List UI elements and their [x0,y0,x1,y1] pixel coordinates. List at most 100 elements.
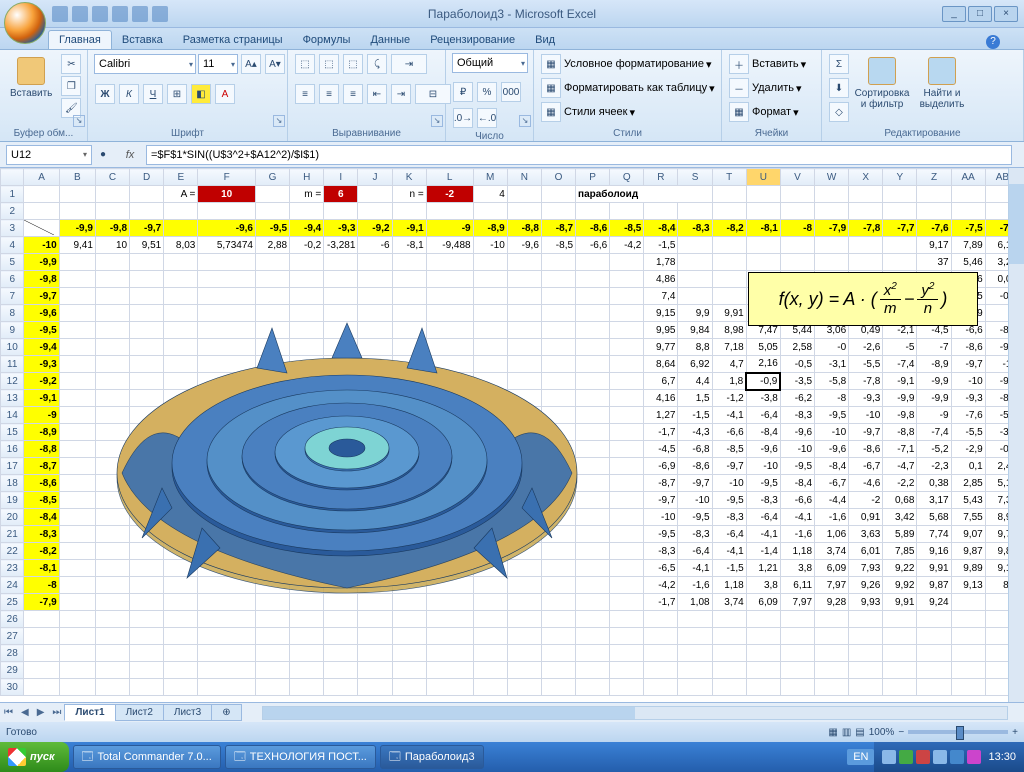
help-icon[interactable]: ? [986,35,1000,49]
cell-styles-button[interactable]: ▦Стили ячеек ▾ [540,101,635,123]
col-header[interactable]: G [255,169,289,186]
indent-inc-button[interactable]: ⇥ [391,84,411,104]
row-header[interactable]: 12 [1,373,24,390]
font-size-combo[interactable]: 11 [198,54,238,74]
select-all-corner[interactable] [1,169,24,186]
row-header[interactable]: 29 [1,662,24,679]
col-header[interactable]: Y [883,169,917,186]
fill-button[interactable]: ⬇ [829,78,849,98]
zoom-out-button[interactable]: − [898,727,904,738]
col-header[interactable]: V [780,169,814,186]
vertical-scrollbar[interactable] [1008,168,1024,702]
view-break-icon[interactable]: ▤ [855,727,864,738]
col-header[interactable]: M [473,169,507,186]
cut-button[interactable]: ✂ [61,54,81,74]
row-header[interactable]: 23 [1,560,24,577]
font-launcher[interactable]: ↘ [273,115,285,127]
align-right-button[interactable]: ≡ [343,84,363,104]
tab-view[interactable]: Вид [525,31,565,49]
font-color-button[interactable]: A [215,84,235,104]
col-header[interactable]: I [324,169,358,186]
sort-filter-button[interactable]: Сортировка и фильтр [854,53,910,114]
qat-print-icon[interactable] [112,6,128,22]
col-header[interactable]: N [507,169,541,186]
qat-redo-icon[interactable] [92,6,108,22]
office-button[interactable] [4,2,46,44]
row-header[interactable]: 27 [1,628,24,645]
format-cells-button[interactable]: ▦Формат ▾ [728,101,799,123]
tab-layout[interactable]: Разметка страницы [173,31,293,49]
fill-color-button[interactable]: ◧ [191,84,211,104]
row-header[interactable]: 8 [1,305,24,322]
col-header[interactable]: Q [610,169,644,186]
formula-input[interactable]: =$F$1*SIN((U$3^2+$A12^2)/$I$1) [146,145,1012,165]
qat-undo-icon[interactable] [72,6,88,22]
delete-cells-button[interactable]: －Удалить ▾ [728,77,802,99]
paste-button[interactable]: Вставить [6,53,56,103]
tab-home[interactable]: Главная [48,30,112,49]
fx-icon[interactable]: fx [118,149,142,161]
sheet-nav-first[interactable]: ⏮ [0,707,17,718]
row-header[interactable]: 13 [1,390,24,407]
zoom-level[interactable]: 100% [869,727,895,738]
number-launcher[interactable]: ↘ [519,115,531,127]
italic-button[interactable]: К [119,84,139,104]
view-normal-icon[interactable]: ▦ [828,727,837,738]
row-header[interactable]: 5 [1,254,24,271]
autosum-button[interactable]: Σ [829,54,849,74]
tab-review[interactable]: Рецензирование [420,31,525,49]
align-launcher[interactable]: ↘ [431,115,443,127]
tray-icon[interactable] [950,750,964,764]
shrink-font-button[interactable]: A▾ [265,54,285,74]
row-header[interactable]: 4 [1,237,24,254]
clipboard-launcher[interactable]: ↘ [73,115,85,127]
border-button[interactable]: ⊞ [167,84,187,104]
col-header[interactable]: P [576,169,610,186]
row-header[interactable]: 24 [1,577,24,594]
col-header[interactable]: Z [917,169,951,186]
fx-cancel-button[interactable]: ● [93,145,113,165]
format-table-button[interactable]: ▦Форматировать как таблицу ▾ [540,77,715,99]
font-name-combo[interactable]: Calibri [94,54,196,74]
col-header[interactable]: D [130,169,164,186]
row-header[interactable]: 2 [1,203,24,220]
col-header[interactable]: R [644,169,678,186]
col-header[interactable]: E [164,169,198,186]
orientation-button[interactable]: ⤹ [367,54,387,74]
col-header[interactable]: B [59,169,95,186]
col-header[interactable]: H [290,169,324,186]
col-header[interactable]: K [392,169,426,186]
wrap-text-button[interactable]: ⇥ [391,54,427,74]
tray-icon[interactable] [882,750,896,764]
row-header[interactable]: 11 [1,356,24,373]
tray-icon[interactable] [967,750,981,764]
sheet-tab-new[interactable]: ⊕ [211,704,241,721]
sheet-tab-1[interactable]: Лист1 [64,704,115,721]
close-button[interactable]: × [994,6,1018,22]
col-header[interactable]: AA [951,169,985,186]
row-header[interactable]: 22 [1,543,24,560]
col-header[interactable]: T [712,169,746,186]
row-header[interactable]: 21 [1,526,24,543]
row-header[interactable]: 15 [1,424,24,441]
copy-button[interactable]: ❐ [61,76,81,96]
cond-format-button[interactable]: ▦Условное форматирование ▾ [540,53,711,75]
row-header[interactable]: 19 [1,492,24,509]
language-indicator[interactable]: EN [847,749,874,765]
qat-save-icon[interactable] [52,6,68,22]
row-header[interactable]: 25 [1,594,24,611]
row-header[interactable]: 9 [1,322,24,339]
qat-open-icon[interactable] [132,6,148,22]
maximize-button[interactable]: □ [968,6,992,22]
tab-data[interactable]: Данные [360,31,420,49]
dec-decimal-button[interactable]: ←.0 [477,108,497,128]
align-top-button[interactable]: ⬚ [295,54,315,74]
sheet-nav-prev[interactable]: ◀ [17,707,33,718]
col-header[interactable]: S [678,169,712,186]
number-format-combo[interactable]: Общий [452,53,528,73]
taskbar-clock[interactable]: 13:30 [988,751,1016,763]
sheet-nav-next[interactable]: ▶ [33,707,49,718]
col-header[interactable]: X [849,169,883,186]
tray-icon[interactable] [933,750,947,764]
zoom-slider[interactable] [908,730,1008,734]
